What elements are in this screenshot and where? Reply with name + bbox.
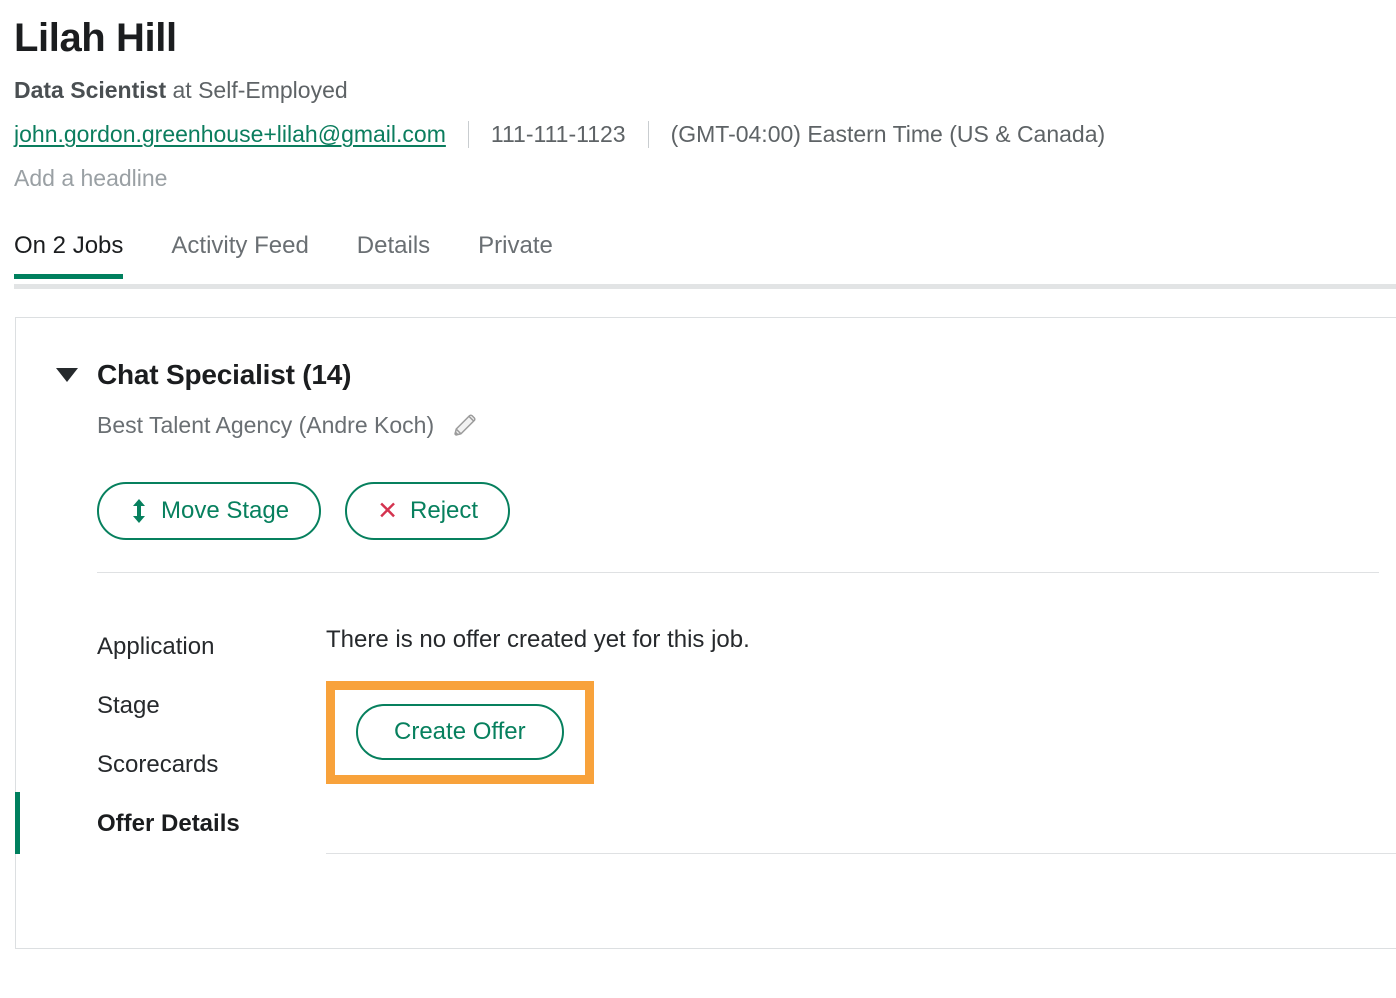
profile-tab-bar: On 2 Jobs Activity Feed Details Private: [0, 231, 1396, 289]
pencil-icon[interactable]: [450, 410, 480, 440]
pane-bottom-divider: [326, 853, 1396, 854]
headline-placeholder[interactable]: Add a headline: [14, 163, 1396, 193]
candidate-job-title: Data Scientist: [14, 77, 167, 103]
profile-header: Lilah Hill Data Scientist at Self-Employ…: [0, 0, 1396, 193]
side-nav-item-offer-details[interactable]: Offer Details: [15, 792, 326, 854]
candidate-phone: 111-111-1123: [490, 121, 626, 147]
job-side-nav: Application Stage Scorecards Offer Detai…: [15, 573, 326, 854]
close-x-icon: ✕: [377, 496, 399, 525]
reject-label: Reject: [410, 497, 479, 524]
tab-on-jobs[interactable]: On 2 Jobs: [14, 231, 124, 279]
caret-down-icon[interactable]: [56, 368, 78, 382]
job-card-inner: Chat Specialist (14) Best Talent Agency …: [15, 318, 1396, 854]
create-offer-button[interactable]: Create Offer: [356, 704, 564, 760]
job-card: Chat Specialist (14) Best Talent Agency …: [15, 317, 1396, 949]
offer-details-pane: There is no offer created yet for this j…: [326, 573, 1396, 854]
tab-list: On 2 Jobs Activity Feed Details Private: [14, 231, 1396, 279]
job-name: Chat Specialist (14): [97, 359, 352, 390]
candidate-title-line: Data Scientist at Self-Employed: [14, 75, 1396, 105]
contact-separator: [467, 120, 469, 148]
at-word: at: [172, 77, 192, 103]
create-offer-highlight: Create Offer: [326, 681, 594, 784]
contact-separator: [647, 120, 649, 148]
move-stage-label: Move Stage: [161, 497, 290, 524]
move-stage-button[interactable]: Move Stage: [97, 482, 322, 540]
tab-private[interactable]: Private: [478, 231, 553, 279]
candidate-email-link[interactable]: john.gordon.greenhouse+lilah@gmail.com: [14, 119, 446, 149]
candidate-company: Self-Employed: [198, 77, 348, 103]
job-title-row: Chat Specialist (14): [56, 358, 1396, 392]
tab-details[interactable]: Details: [357, 231, 430, 279]
job-card-body: Application Stage Scorecards Offer Detai…: [15, 573, 1396, 854]
contact-line: john.gordon.greenhouse+lilah@gmail.com 1…: [14, 119, 1396, 149]
side-nav-item-stage[interactable]: Stage: [97, 677, 326, 736]
agency-name: Best Talent Agency (Andre Koch): [97, 412, 435, 438]
tab-bar-baseline: [14, 284, 1396, 289]
side-nav-item-scorecards[interactable]: Scorecards: [97, 736, 326, 795]
agency-row: Best Talent Agency (Andre Koch): [97, 410, 1396, 440]
candidate-profile-page: Lilah Hill Data Scientist at Self-Employ…: [0, 0, 1396, 998]
reject-button[interactable]: ✕ Reject: [345, 482, 511, 540]
tab-activity-feed[interactable]: Activity Feed: [171, 231, 308, 279]
job-action-buttons: Move Stage ✕ Reject: [97, 482, 1396, 540]
empty-offer-message: There is no offer created yet for this j…: [326, 626, 750, 653]
side-nav-item-application[interactable]: Application: [97, 618, 326, 677]
candidate-timezone: (GMT-04:00) Eastern Time (US & Canada): [670, 121, 1106, 147]
up-down-arrow-icon: [129, 498, 149, 524]
candidate-name: Lilah Hill: [14, 16, 177, 60]
